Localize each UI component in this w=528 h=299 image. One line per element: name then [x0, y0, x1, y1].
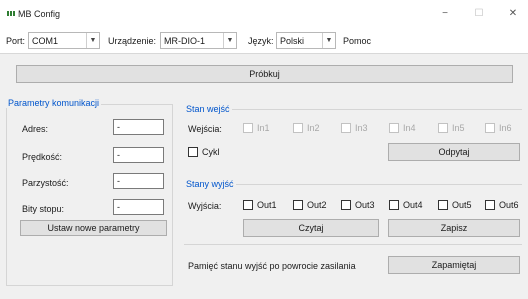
poll-button[interactable]: Odpytaj	[388, 143, 520, 161]
device-select[interactable]: MR-DIO-1 ▼	[160, 32, 237, 49]
address-label: Adres:	[22, 124, 49, 134]
speed-field[interactable]: -	[113, 147, 164, 163]
parity-field[interactable]: -	[113, 173, 164, 189]
remember-button[interactable]: Zapamiętaj	[388, 256, 520, 274]
memory-separator	[184, 244, 522, 245]
inputs-label: Wejścia:	[188, 124, 222, 134]
minimize-button[interactable]: −	[432, 5, 458, 23]
port-value: COM1	[32, 36, 59, 46]
address-field[interactable]: -	[113, 119, 164, 135]
input-in3: In3	[341, 123, 368, 133]
help-menu[interactable]: Pomoc	[343, 36, 371, 46]
port-label: Port:	[6, 36, 26, 46]
stop-bits-value: -	[117, 202, 120, 212]
speed-value: -	[117, 150, 120, 160]
close-button[interactable]: ✕	[500, 5, 526, 23]
input-in6: In6	[485, 123, 512, 133]
outputs-label: Wyjścia:	[188, 201, 222, 211]
output-out1[interactable]: Out1	[243, 200, 277, 210]
inputs-state-title: Stan wejść	[184, 104, 232, 114]
address-value: -	[117, 122, 120, 132]
cycle-checkbox-box[interactable]	[188, 147, 198, 157]
read-button[interactable]: Czytaj	[243, 219, 379, 237]
set-params-button[interactable]: Ustaw nowe parametry	[20, 220, 167, 236]
memory-label: Pamięć stanu wyjść po powrocie zasilania	[188, 261, 356, 271]
cycle-checkbox[interactable]: Cykl	[188, 147, 220, 157]
chevron-down-icon: ▼	[322, 33, 335, 48]
chevron-down-icon: ▼	[223, 33, 236, 48]
device-label: Urządzenie:	[108, 36, 157, 46]
language-value: Polski	[280, 36, 305, 46]
stop-bits-label: Bity stopu:	[22, 204, 65, 214]
device-value: MR-DIO-1	[164, 36, 205, 46]
app-icon	[7, 11, 15, 16]
try-button[interactable]: Próbkuj	[16, 65, 513, 83]
comm-params-title: Parametry komunikacji	[6, 98, 102, 108]
language-label: Język:	[248, 36, 274, 46]
chevron-down-icon: ▼	[86, 33, 99, 48]
output-out5[interactable]: Out5	[438, 200, 472, 210]
output-out3[interactable]: Out3	[341, 200, 375, 210]
maximize-button[interactable]: ☐	[466, 5, 492, 23]
parity-value: -	[117, 176, 120, 186]
input-in5: In5	[438, 123, 465, 133]
outputs-state-title: Stany wyjść	[184, 179, 236, 189]
write-button[interactable]: Zapisz	[388, 219, 520, 237]
input-in1: In1	[243, 123, 270, 133]
stop-bits-field[interactable]: -	[113, 199, 164, 215]
input-in4: In4	[389, 123, 416, 133]
input-in2: In2	[293, 123, 320, 133]
output-out6[interactable]: Out6	[485, 200, 519, 210]
language-select[interactable]: Polski ▼	[276, 32, 336, 49]
inputs-separator	[230, 109, 522, 110]
parity-label: Parzystość:	[22, 178, 69, 188]
port-select[interactable]: COM1 ▼	[28, 32, 100, 49]
window-title: MB Config	[18, 9, 61, 19]
title-bar: MB Config − ☐ ✕	[0, 0, 528, 28]
cycle-label: Cykl	[202, 147, 220, 157]
output-out4[interactable]: Out4	[389, 200, 423, 210]
speed-label: Prędkość:	[22, 152, 63, 162]
toolbar: Port: COM1 ▼ Urządzenie: MR-DIO-1 ▼ Języ…	[0, 28, 528, 54]
output-out2[interactable]: Out2	[293, 200, 327, 210]
outputs-separator	[232, 184, 522, 185]
